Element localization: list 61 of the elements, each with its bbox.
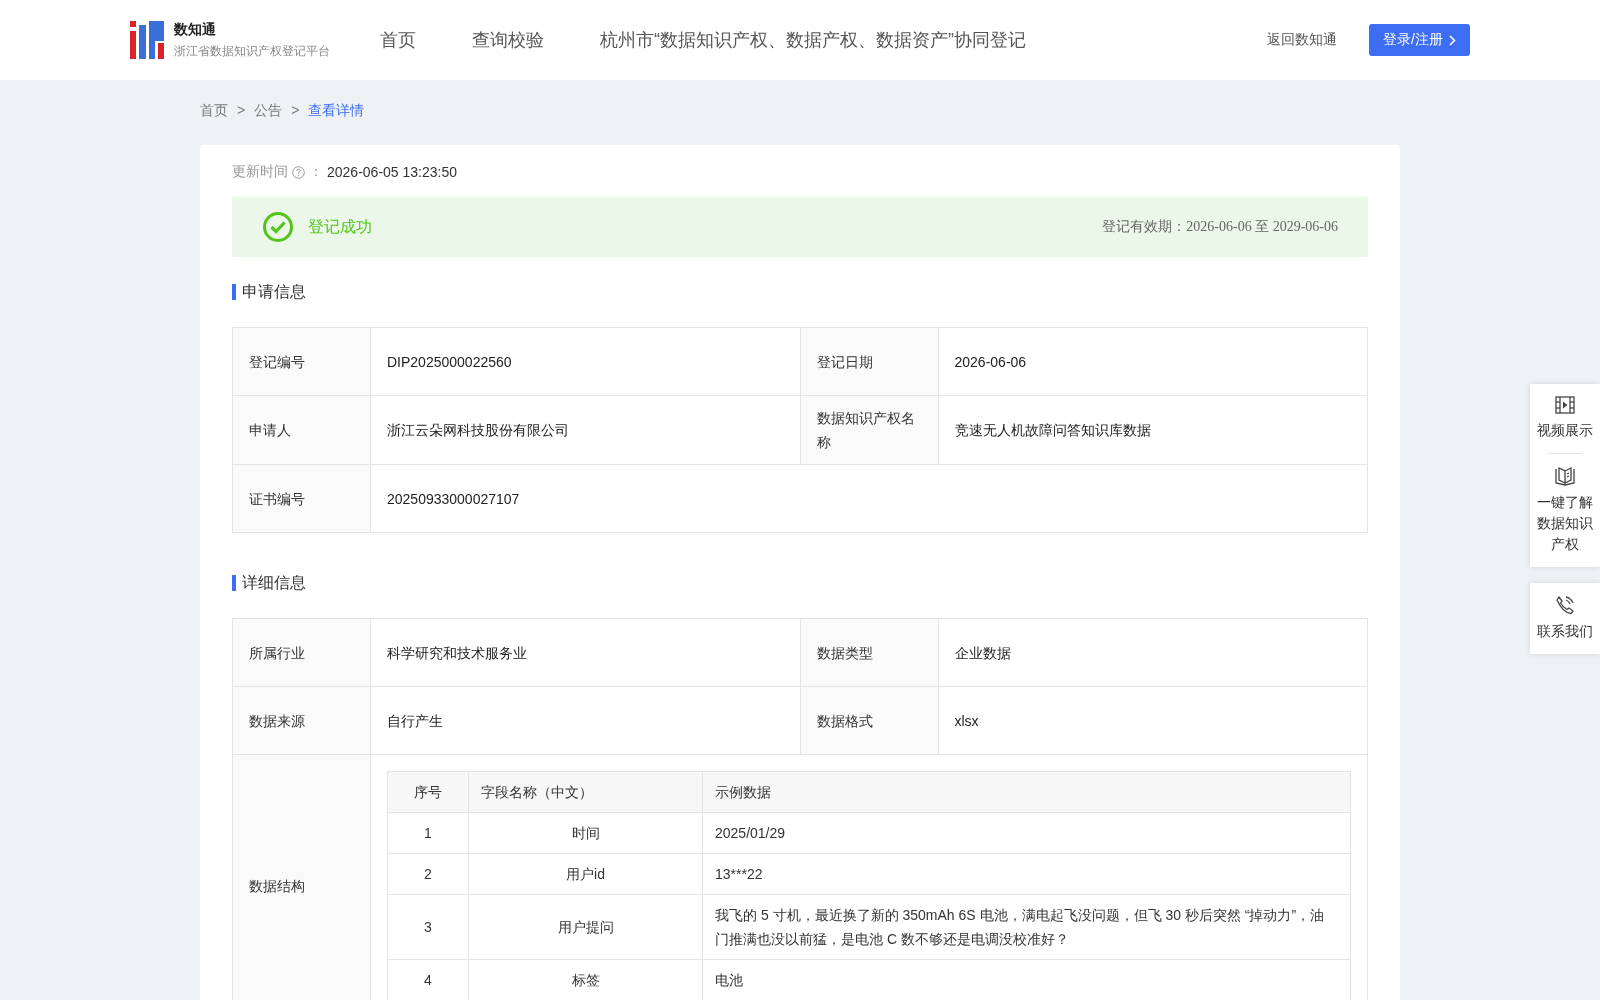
nav-link[interactable]: 查询校验 <box>472 28 544 52</box>
field-value: 20250933000027107 <box>371 465 1368 533</box>
field-label: 数据知识产权名称 <box>800 396 939 465</box>
table-cell: 用户id <box>468 853 703 895</box>
table-cell: 13***22 <box>702 853 1351 895</box>
book-icon <box>1555 466 1575 486</box>
nav-link[interactable]: 首页 <box>380 28 416 52</box>
film-icon <box>1555 396 1575 414</box>
table-cell: 1 <box>387 812 469 854</box>
field-value: 自行产生 <box>371 687 801 755</box>
section-title: 详细信息 <box>232 575 1368 591</box>
validity-period: 登记有效期：2026-06-06 至 2029-06-06 <box>1102 218 1338 236</box>
back-link[interactable]: 返回数知通 <box>1267 31 1338 49</box>
breadcrumb-link[interactable]: 查看详情 <box>308 102 365 125</box>
table-cell: 时间 <box>468 812 703 854</box>
logo-subtitle: 浙江省数据知识产权登记平台 <box>174 42 330 60</box>
field-value: xlsx <box>938 687 1368 755</box>
field-label: 证书编号 <box>233 465 371 533</box>
column-header: 示例数据 <box>702 771 1351 813</box>
side-link[interactable]: 联系我们 <box>1537 621 1593 642</box>
field-label: 登记编号 <box>233 328 371 396</box>
phone-icon <box>1555 595 1575 615</box>
column-header: 序号 <box>387 771 469 813</box>
breadcrumb-link[interactable]: 首页 <box>200 102 228 125</box>
side-link[interactable]: 视频展示 <box>1537 420 1593 441</box>
table-cell: 我飞的 5 寸机，最近换了新的 350mAh 6S 电池，满电起飞没问题，但飞 30 秒后突然 “掉动力”，油门推满也没以前猛，是电池 C 数不够还是电调没校准好？ <box>702 894 1351 960</box>
field-value: DIP2025000022560 <box>371 328 801 396</box>
breadcrumb-separator: > <box>291 102 300 120</box>
breadcrumb-link[interactable]: 公告 <box>254 102 283 125</box>
chevron-icon <box>1449 34 1456 46</box>
table-cell: 3 <box>387 894 469 960</box>
table-cell: 4 <box>387 959 469 1000</box>
field-label: 数据类型 <box>800 619 939 687</box>
update-colon: ： <box>309 163 323 181</box>
field-label: 申请人 <box>233 396 371 465</box>
section-title: 申请信息 <box>232 284 1368 300</box>
field-label: 所属行业 <box>233 619 371 687</box>
column-header: 字段名称（中文） <box>468 771 703 813</box>
table-cell: 2 <box>387 853 469 895</box>
nav-link[interactable]: 杭州市“数据知识产权、数据产权、数据资产”协同登记 <box>600 28 1026 52</box>
update-time: 2026-06-05 13:23:50 <box>327 164 457 180</box>
logo-title: 数知通 <box>174 20 217 39</box>
table-cell: 用户提问 <box>468 894 703 960</box>
field-value: 2026-06-06 <box>938 328 1368 396</box>
field-label: 数据结构 <box>233 755 371 1000</box>
field-label: 登记日期 <box>800 328 939 396</box>
logo-icon <box>130 21 164 59</box>
help-icon <box>292 165 305 179</box>
field-label: 数据格式 <box>800 687 939 755</box>
check-circle-icon <box>262 211 294 243</box>
login-button[interactable]: 登录/注册 <box>1369 24 1470 56</box>
status-text: 登记成功 <box>308 216 373 237</box>
field-value: 科学研究和技术服务业 <box>371 619 801 687</box>
side-link[interactable]: 一键了解数据知识产权 <box>1536 492 1594 555</box>
field-value: 企业数据 <box>938 619 1368 687</box>
table-cell: 2025/01/29 <box>702 812 1351 854</box>
update-label: 更新时间 <box>232 163 288 181</box>
breadcrumb-separator: > <box>237 102 246 120</box>
field-value: 浙江云朵网科技股份有限公司 <box>371 396 801 465</box>
field-value: 竞速无人机故障问答知识库数据 <box>938 396 1368 465</box>
field-label: 数据来源 <box>233 687 371 755</box>
